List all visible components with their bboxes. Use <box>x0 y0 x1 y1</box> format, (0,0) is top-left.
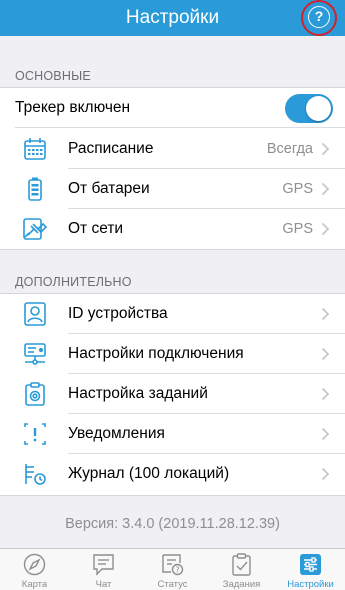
tab-label: Статус <box>157 579 188 590</box>
chevron-right-icon <box>321 182 330 196</box>
notifications-row[interactable]: Уведомления <box>0 414 345 454</box>
toggle-knob <box>306 96 331 121</box>
version-text: Версия: 3.4.0 (2019.11.28.12.39) <box>65 516 280 532</box>
highlight-circle <box>301 0 337 36</box>
chevron-right-icon <box>321 427 330 441</box>
chevron-right-icon <box>321 347 330 361</box>
tracker-label: Трекер включен <box>15 99 131 116</box>
chevron-right-icon <box>321 307 330 321</box>
battery-label: От батареи <box>68 180 150 197</box>
battery-row[interactable]: От батареи GPS <box>0 169 345 209</box>
notifications-label: Уведомления <box>68 425 165 442</box>
tab-chat[interactable]: Чат <box>69 549 138 590</box>
journal-icon <box>25 464 46 485</box>
battery-value: GPS <box>282 181 313 197</box>
status-icon: ? <box>162 554 184 576</box>
device-id-row[interactable]: ID устройства <box>0 294 345 334</box>
tab-tasks[interactable]: Задания <box>207 549 276 590</box>
connection-settings-row[interactable]: Настройки подключения <box>0 334 345 374</box>
power-label: От сети <box>68 220 124 237</box>
power-row[interactable]: От сети GPS <box>0 209 345 249</box>
battery-icon <box>28 177 42 201</box>
navigation-bar: Настройки ? <box>0 0 345 36</box>
svg-text:?: ? <box>175 566 179 575</box>
main-settings-group: Трекер включен Расписание Всегда От бата… <box>0 87 345 250</box>
chat-icon <box>93 554 114 576</box>
connection-settings-label: Настройки подключения <box>68 345 244 362</box>
device-id-label: ID устройства <box>68 305 168 322</box>
section-header-main: ОСНОВНЫЕ <box>15 69 91 83</box>
chevron-right-icon <box>321 222 330 236</box>
compass-icon <box>23 553 46 576</box>
notification-icon <box>24 423 46 445</box>
calendar-icon <box>24 138 46 160</box>
device-id-icon <box>24 302 46 326</box>
journal-row[interactable]: Журнал (100 локаций) <box>0 454 345 494</box>
page-title: Настройки <box>125 7 220 28</box>
chevron-right-icon <box>321 142 330 156</box>
schedule-row[interactable]: Расписание Всегда <box>0 129 345 169</box>
journal-label: Журнал (100 локаций) <box>68 465 230 482</box>
connection-settings-icon <box>24 343 46 365</box>
task-settings-icon <box>25 382 45 406</box>
tab-settings[interactable]: Настройки <box>276 549 345 590</box>
task-settings-row[interactable]: Настройка заданий <box>0 374 345 414</box>
power-value: GPS <box>282 221 313 237</box>
tab-label: Чат <box>95 579 112 590</box>
schedule-value: Всегда <box>266 141 313 157</box>
row-divider <box>15 127 345 128</box>
tab-label: Задания <box>222 579 261 590</box>
extra-settings-group: ID устройства Настройки подключения Наст… <box>0 293 345 496</box>
settings-sliders-icon <box>300 554 321 575</box>
chevron-right-icon <box>321 387 330 401</box>
task-settings-label: Настройка заданий <box>68 385 208 402</box>
section-header-extra: ДОПОЛНИТЕЛЬНО <box>15 275 132 289</box>
power-plug-icon <box>23 218 48 240</box>
tracker-toggle[interactable] <box>285 94 333 123</box>
chevron-right-icon <box>321 467 330 481</box>
tab-label: Настройки <box>287 579 334 590</box>
tab-bar: Карта Чат ? Статус Задания Настройки <box>0 548 345 590</box>
schedule-label: Расписание <box>68 140 154 157</box>
tab-map[interactable]: Карта <box>0 549 69 590</box>
tab-label: Карта <box>21 579 48 590</box>
tasks-icon <box>232 553 251 576</box>
tab-status[interactable]: ? Статус <box>138 549 207 590</box>
tracker-row: Трекер включен <box>0 88 345 128</box>
